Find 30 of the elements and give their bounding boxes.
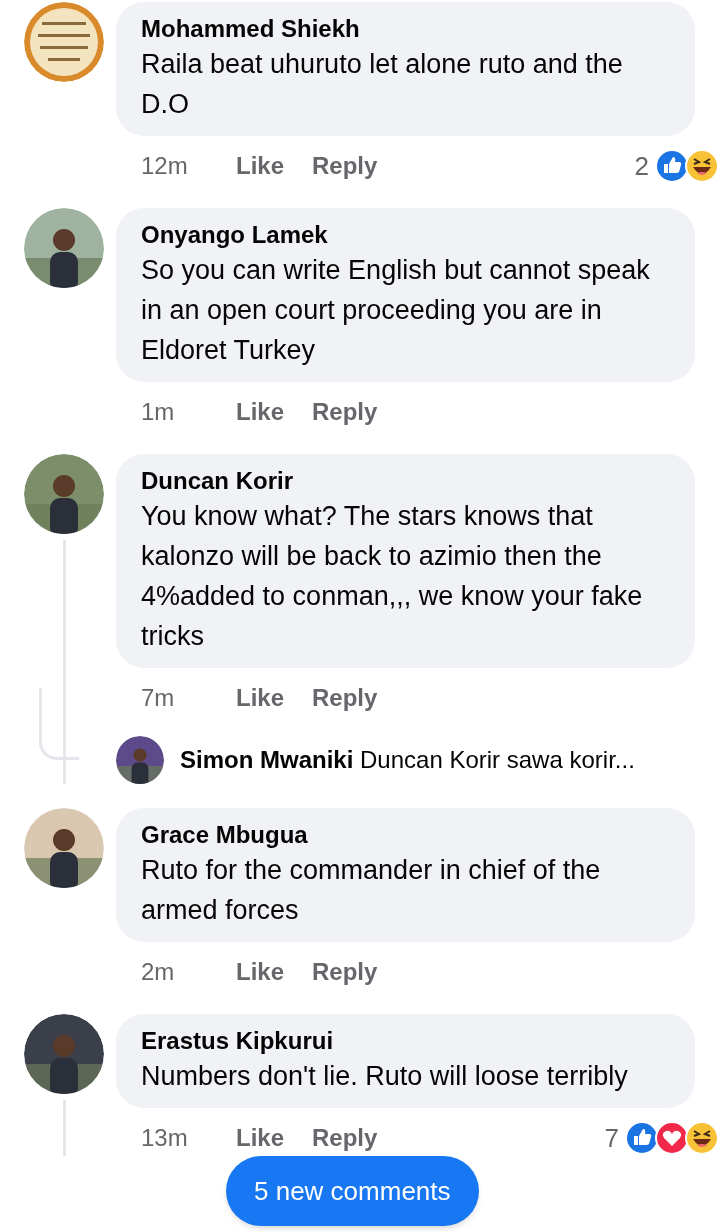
author-name[interactable]: Grace Mbugua: [141, 820, 665, 850]
comment-text: So you can write English but cannot speak in an open court proceeding you are in Eldoret Turkey: [141, 254, 651, 367]
like-link[interactable]: Like: [236, 680, 312, 716]
author-name[interactable]: Erastus Kipkurui: [141, 1026, 665, 1056]
reply-link[interactable]: Reply: [312, 954, 378, 990]
comment-time: 7m: [141, 683, 176, 713]
reply-link[interactable]: Reply: [312, 680, 378, 716]
thread-connector: [39, 688, 79, 760]
like-link[interactable]: Like: [236, 954, 312, 990]
author-name[interactable]: Mohammed Shiekh: [141, 14, 665, 44]
reply-link[interactable]: Reply: [312, 148, 378, 184]
like-link[interactable]: Like: [236, 1120, 312, 1156]
like-link[interactable]: Like: [236, 148, 312, 184]
comment-time: 2m: [141, 957, 176, 987]
comment-time: 13m: [141, 1123, 189, 1153]
comment-time: 12m: [141, 151, 189, 181]
reply-link[interactable]: Reply: [312, 394, 378, 430]
comment-time: 1m: [141, 397, 176, 427]
reaction-count: 7: [604, 1121, 619, 1155]
comment-text: Numbers don't lie. Ruto will loose terribly: [141, 1060, 629, 1093]
like-link[interactable]: Like: [236, 394, 312, 430]
new-comments-button[interactable]: 5 new comments: [226, 1156, 479, 1226]
comment-text: You know what? The stars knows that kalonzo will be back to azimio then the 4%added to conman,,, we know your fake tricks: [141, 500, 644, 653]
author-name[interactable]: Onyango Lamek: [141, 220, 665, 250]
reply-preview[interactable]: Simon Mwaniki Duncan Korir sawa korir...: [180, 742, 635, 778]
author-name[interactable]: Duncan Korir: [141, 466, 665, 496]
comment-text: Ruto for the commander in chief of the armed forces: [141, 854, 602, 927]
reaction-count: 2: [634, 149, 649, 183]
comment-text: Raila beat uhuruto let alone ruto and the D.O: [141, 48, 624, 121]
reply-link[interactable]: Reply: [312, 1120, 378, 1156]
